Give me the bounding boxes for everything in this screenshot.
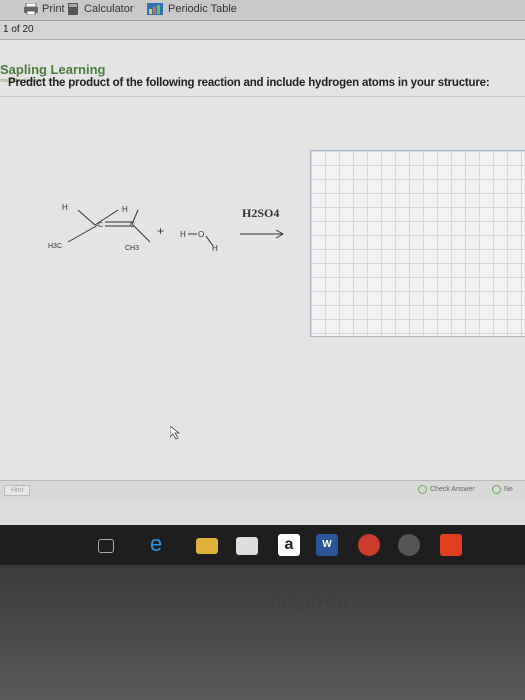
drawing-canvas[interactable] xyxy=(310,150,525,337)
amazon-icon[interactable]: a xyxy=(278,534,300,556)
printer-icon xyxy=(24,3,38,15)
brand-logo: Sapling Learning xyxy=(0,62,106,77)
reagent-label: H2SO4 xyxy=(242,206,279,220)
pager-text: 1 of 20 xyxy=(3,24,34,35)
hint-button[interactable]: Hint xyxy=(4,485,31,496)
print-button[interactable]: Print xyxy=(24,3,65,15)
next-label: Ne xyxy=(504,486,513,493)
bezel-brand: Inspiron xyxy=(270,591,349,611)
alkene-carbon-1: C xyxy=(98,222,103,229)
reaction-scheme: H H H3C CH3 C C + H O H H2SO4 xyxy=(48,203,285,253)
next-icon xyxy=(492,485,501,494)
reactant-alkene: H H H3C CH3 C C xyxy=(48,203,151,252)
water-h-left: H xyxy=(180,230,186,239)
check-answer-button[interactable]: Check Answer xyxy=(418,485,475,494)
alkene-h-left: H xyxy=(62,203,68,212)
edge-icon[interactable]: e xyxy=(150,533,172,556)
calculator-icon xyxy=(68,3,78,15)
alkene-carbon-2: C xyxy=(130,222,135,229)
steam-icon[interactable] xyxy=(440,534,462,556)
windows-taskbar: e a W xyxy=(0,525,525,565)
mouse-cursor-icon xyxy=(170,426,180,440)
word-icon[interactable]: W xyxy=(316,534,338,556)
water-h-right: H xyxy=(212,244,218,253)
task-view-icon[interactable] xyxy=(98,539,114,553)
top-toolbar: Print Calculator Periodic Table xyxy=(0,0,525,21)
alkene-methyl-left: H3C xyxy=(48,243,62,250)
file-explorer-icon[interactable] xyxy=(196,538,218,554)
periodic-table-icon xyxy=(147,3,163,15)
bottom-bar: Hint Check Answer Ne xyxy=(0,480,525,501)
question-pager[interactable]: 1 of 20 xyxy=(0,21,525,40)
periodic-table-label: Periodic Table xyxy=(168,3,237,15)
reactant-water: H O H xyxy=(180,230,218,253)
water-oxygen: O xyxy=(198,230,204,239)
screen: Print Calculator Periodic Table 1 of 20 … xyxy=(0,0,525,525)
alkene-h-right: H xyxy=(122,205,128,214)
media-icon[interactable] xyxy=(398,534,420,556)
chrome-icon[interactable] xyxy=(358,534,380,556)
check-answer-label: Check Answer xyxy=(430,486,475,493)
question-prompt: Predict the product of the following rea… xyxy=(8,77,490,89)
divider xyxy=(0,96,525,97)
calculator-label: Calculator xyxy=(84,3,134,15)
plus-sign: + xyxy=(157,224,164,238)
print-label: Print xyxy=(42,3,65,15)
laptop-bezel: Inspiron xyxy=(0,565,525,700)
periodic-table-button[interactable]: Periodic Table xyxy=(146,3,237,15)
check-answer-icon xyxy=(418,485,427,494)
store-icon[interactable] xyxy=(236,537,258,555)
next-button[interactable]: Ne xyxy=(492,485,513,494)
reagent-group: H2SO4 xyxy=(240,206,285,239)
calculator-button[interactable]: Calculator xyxy=(66,3,134,15)
alkene-methyl-right: CH3 xyxy=(125,245,139,252)
